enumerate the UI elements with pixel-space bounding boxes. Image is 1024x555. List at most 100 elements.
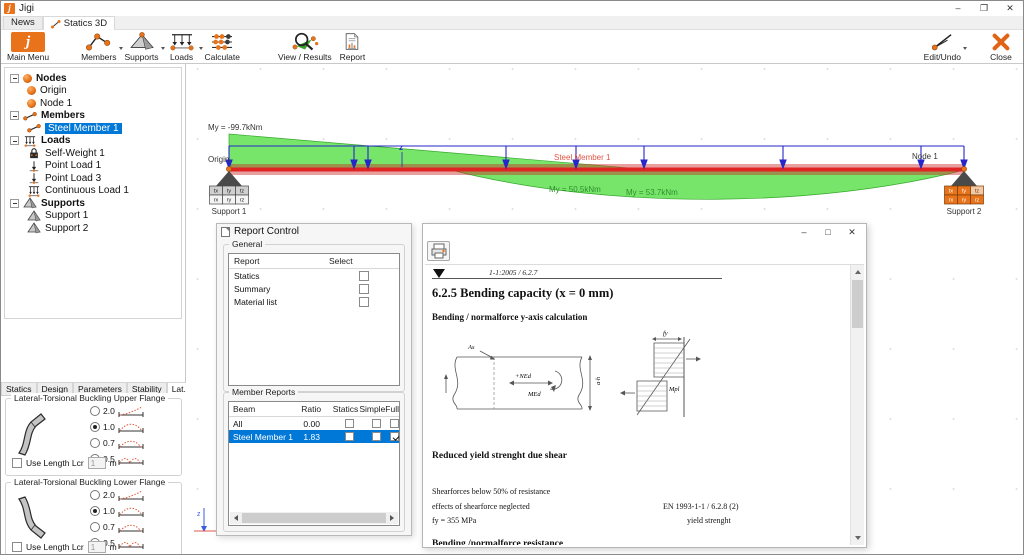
ltb-lower-option-10[interactable]: 1.0	[90, 505, 144, 517]
main-menu-button[interactable]: j Main Menu	[3, 30, 53, 63]
curve-05-icon	[118, 537, 144, 549]
tree-item-continuous-load-1[interactable]: Continuous Load 1	[9, 185, 181, 198]
full-checkbox[interactable]	[390, 432, 399, 441]
tree-item-support-1[interactable]: Support 1	[9, 210, 181, 223]
node-icon	[27, 98, 36, 108]
tab-news[interactable]: News	[3, 16, 43, 29]
minimize-button[interactable]: –	[945, 1, 971, 16]
members-button[interactable]: Members	[77, 30, 123, 63]
report-control-title-bar[interactable]: Report Control	[221, 226, 299, 237]
edit-undo-dropdown-icon[interactable]	[963, 47, 967, 50]
model-tree: Nodes Origin Node 1 Members Steel Member…	[4, 67, 182, 319]
scroll-right-button[interactable]	[386, 512, 398, 524]
report-window-controls: – □ ✕	[792, 224, 864, 240]
fig-ned-label: +NEd	[515, 373, 532, 380]
shear-line-2: effects of shearforce neglected	[432, 502, 530, 511]
scrollbar-thumb[interactable]	[852, 280, 863, 328]
simple-checkbox[interactable]	[372, 419, 382, 428]
edit-undo-button[interactable]: Edit/Undo	[920, 30, 967, 63]
close-app-button[interactable]: Close	[985, 30, 1017, 63]
maximize-button[interactable]: □	[816, 224, 840, 240]
support-icon	[27, 210, 41, 222]
table-row-material-list[interactable]: Material list	[229, 295, 399, 308]
view-results-button[interactable]: View / Results	[274, 30, 336, 63]
origin-node[interactable]	[226, 166, 232, 172]
tree-item-self-weight-1[interactable]: Self-Weight 1	[9, 147, 181, 160]
collapse-icon[interactable]	[10, 136, 19, 146]
ltb-upper-option-07[interactable]: 0.7	[90, 437, 144, 449]
tree-group-members[interactable]: Members	[9, 110, 181, 123]
tree-item-node-1[interactable]: Node 1	[9, 97, 181, 110]
ltb-lower-option-07[interactable]: 0.7	[90, 521, 144, 533]
lcr-upper-input[interactable]	[87, 457, 106, 469]
radio-icon[interactable]	[90, 522, 100, 532]
print-button[interactable]	[427, 241, 450, 261]
tree-group-supports[interactable]: Supports	[9, 197, 181, 210]
beam-steel-member[interactable]	[229, 167, 964, 172]
report-button[interactable]: Report	[336, 30, 370, 63]
origin-label: Origin	[208, 155, 229, 164]
calculate-button[interactable]: Calculate	[201, 30, 244, 63]
ltb-upper-option-10[interactable]: 1.0	[90, 421, 144, 433]
tree-group-loads[interactable]: Loads	[9, 135, 181, 148]
tree-item-steel-member-1[interactable]: Steel Member 1	[9, 122, 181, 135]
support-2-symbol[interactable]: tx ty tz rx ry rz	[944, 171, 984, 205]
fig-ah-label: a·h	[595, 377, 602, 385]
supports-button[interactable]: Supports	[121, 30, 165, 63]
close-button[interactable]: ✕	[840, 224, 864, 240]
simple-checkbox[interactable]	[372, 432, 382, 441]
tree-item-point-load-3[interactable]: Point Load 3	[9, 172, 181, 185]
full-checkbox[interactable]	[390, 419, 399, 428]
radio-icon[interactable]	[90, 406, 100, 416]
use-length-lcr-upper: Use Length Lcr m	[12, 457, 117, 469]
tree-group-nodes[interactable]: Nodes	[9, 72, 181, 85]
scroll-down-button[interactable]	[851, 531, 864, 545]
table-row-statics[interactable]: Statics	[229, 269, 399, 282]
collapse-icon[interactable]	[10, 111, 19, 121]
tree-item-support-2[interactable]: Support 2	[9, 222, 181, 235]
model-canvas[interactable]: txtytz rxryrz txtytz rxryrz z My	[186, 64, 1023, 554]
scrollbar-thumb[interactable]	[242, 513, 386, 523]
table-row-steel-member-1[interactable]: Steel Member 1 1.83	[229, 430, 399, 443]
curve-20-icon	[118, 405, 144, 417]
radio-icon[interactable]	[90, 438, 100, 448]
loads-icon	[23, 135, 37, 147]
close-button[interactable]: ✕	[997, 1, 1023, 16]
ltb-lower-option-20[interactable]: 2.0	[90, 489, 144, 501]
use-length-checkbox[interactable]	[12, 542, 22, 552]
general-group: General Report Select Statics Summary Ma…	[223, 239, 405, 392]
material-list-checkbox[interactable]	[359, 296, 369, 307]
lcr-lower-input[interactable]	[87, 541, 106, 553]
radio-icon[interactable]	[90, 490, 100, 500]
general-report-table: Report Select Statics Summary Material l…	[228, 253, 400, 386]
statics-checkbox[interactable]	[344, 432, 354, 441]
tree-item-origin[interactable]: Origin	[9, 85, 181, 98]
node-1[interactable]	[961, 166, 967, 172]
axis-z-label: z	[197, 511, 201, 518]
collapse-icon[interactable]	[10, 73, 19, 83]
statics-checkbox[interactable]	[344, 419, 354, 428]
minimize-button[interactable]: –	[792, 224, 816, 240]
summary-checkbox[interactable]	[359, 283, 369, 294]
use-length-checkbox[interactable]	[12, 458, 22, 468]
horizontal-scrollbar[interactable]	[230, 512, 398, 524]
radio-icon[interactable]	[90, 506, 100, 516]
vertical-scrollbar[interactable]	[850, 265, 864, 545]
table-row-summary[interactable]: Summary	[229, 282, 399, 295]
maximize-button[interactable]: ❐	[971, 1, 997, 16]
scroll-left-button[interactable]	[230, 512, 242, 524]
tab-statics-3d[interactable]: Statics 3D	[42, 16, 116, 30]
loads-button[interactable]: Loads	[163, 30, 203, 63]
members-icon	[85, 33, 110, 51]
radio-icon[interactable]	[90, 422, 100, 432]
ltb-upper-option-20[interactable]: 2.0	[90, 405, 144, 417]
fig-fy-label: fy	[663, 330, 668, 337]
report-document[interactable]: 1-1:2005 / 6.2.7 6.2.5 Bending capacity …	[425, 264, 864, 545]
tree-item-point-load-1[interactable]: Point Load 1	[9, 160, 181, 173]
scroll-up-button[interactable]	[851, 265, 864, 279]
support-1-symbol[interactable]: tx ty tz rx ry rz	[209, 171, 249, 205]
collapse-icon[interactable]	[10, 198, 19, 208]
table-row-all[interactable]: All 0.00	[229, 417, 399, 430]
statics-checkbox[interactable]	[359, 270, 369, 281]
svg-text:tx: tx	[949, 189, 954, 195]
